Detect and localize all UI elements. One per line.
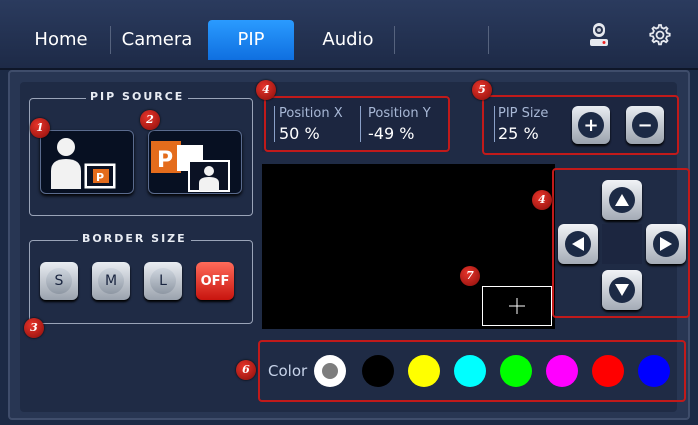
callout-badge-2: 2 [140, 110, 160, 130]
border-size-s-button[interactable]: S [40, 262, 78, 300]
border-size-m-button[interactable]: M [92, 262, 130, 300]
color-swatch-white[interactable] [314, 355, 346, 387]
callout-badge-6: 6 [236, 360, 256, 380]
tab-camera[interactable]: Camera [116, 20, 198, 60]
pip-size-value: 25 % [498, 124, 539, 143]
pip-size-decrease-button[interactable]: − [626, 106, 664, 144]
arrow-up-icon [615, 194, 629, 206]
border-size-off-button[interactable]: OFF [196, 262, 234, 300]
callout-badge-5: 5 [472, 80, 492, 100]
direction-pad-center [602, 224, 642, 264]
crosshair-icon [509, 298, 525, 314]
move-right-button[interactable] [646, 224, 686, 264]
pip-window-frame[interactable] [482, 286, 552, 326]
move-left-button[interactable] [558, 224, 598, 264]
tab-pip[interactable]: PIP [208, 20, 294, 60]
color-swatch-cyan[interactable] [454, 355, 486, 387]
tab-home[interactable]: Home [22, 20, 100, 60]
plus-icon: + [578, 112, 604, 138]
position-x-label: Position X [279, 106, 343, 121]
camera-icon[interactable] [584, 20, 614, 50]
border-size-l-label: L [150, 268, 176, 294]
person-with-slide-icon: P [51, 138, 116, 189]
pip-size-increase-button[interactable]: + [572, 106, 610, 144]
callout-badge-4-dpad: 4 [532, 190, 552, 210]
gear-icon[interactable] [646, 22, 672, 48]
arrow-left-icon [572, 237, 584, 251]
pip-source-button-2[interactable]: P [148, 130, 242, 194]
tab-audio[interactable]: Audio [308, 20, 388, 60]
selected-indicator [322, 363, 338, 379]
position-x-value: 50 % [279, 124, 320, 143]
border-size-l-button[interactable]: L [144, 262, 182, 300]
move-up-button[interactable] [602, 180, 642, 220]
callout-badge-7: 7 [460, 266, 480, 286]
arrow-right-icon [660, 237, 672, 251]
color-swatch-blue[interactable] [638, 355, 670, 387]
move-down-button[interactable] [602, 270, 642, 310]
svg-text:P: P [96, 171, 104, 184]
pip-source-button-1[interactable]: P [40, 130, 134, 194]
tab-divider [110, 26, 111, 54]
color-swatch-red[interactable] [592, 355, 624, 387]
color-swatch-yellow[interactable] [408, 355, 440, 387]
pip-size-label: PIP Size [498, 106, 549, 121]
callout-badge-3: 3 [24, 318, 44, 338]
position-divider [360, 106, 361, 142]
position-divider [274, 106, 275, 142]
callout-badge-1: 1 [30, 118, 50, 138]
color-swatch-green[interactable] [500, 355, 532, 387]
minus-icon: − [632, 112, 658, 138]
border-size-s-label: S [46, 268, 72, 294]
pip-size-divider [494, 106, 495, 142]
callout-badge-4: 4 [256, 80, 276, 100]
slide-with-person-icon: P [151, 141, 230, 192]
color-swatch-black[interactable] [362, 355, 394, 387]
arrow-down-icon [615, 284, 629, 296]
pip-source-legend: PIP SOURCE [86, 90, 189, 103]
color-swatch-magenta[interactable] [546, 355, 578, 387]
position-y-label: Position Y [368, 106, 431, 121]
position-y-value: -49 % [368, 124, 415, 143]
color-label: Color [268, 362, 308, 380]
tab-divider [488, 26, 489, 54]
border-size-legend: BORDER SIZE [78, 232, 191, 245]
tab-divider [394, 26, 395, 54]
border-size-m-label: M [98, 268, 124, 294]
svg-text:P: P [157, 148, 173, 173]
border-size-off-label: OFF [200, 273, 230, 289]
